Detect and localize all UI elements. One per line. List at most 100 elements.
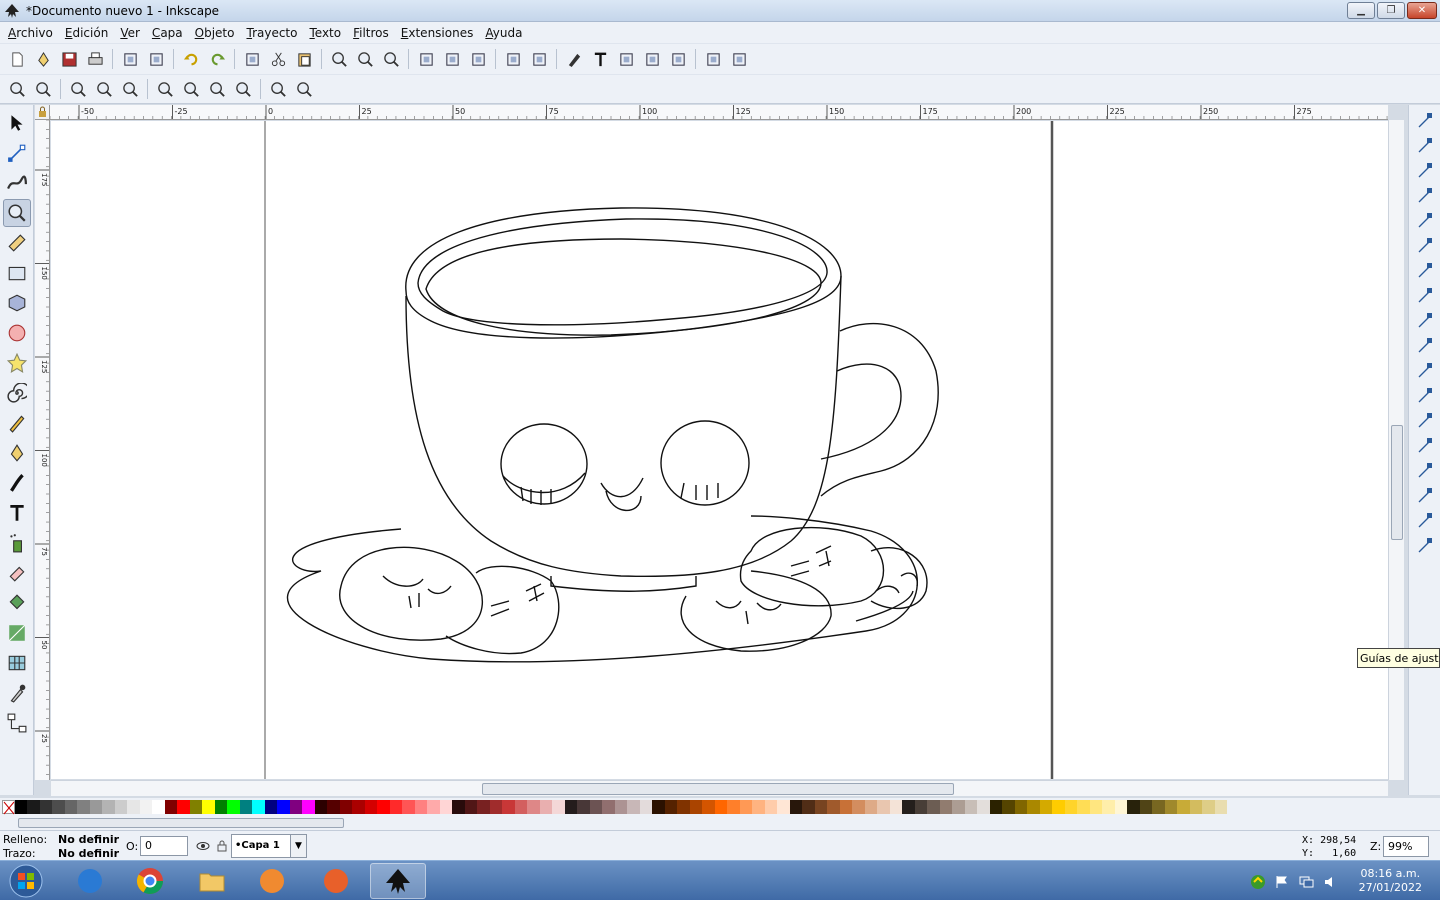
- cmd-fill-stroke-button[interactable]: [561, 47, 587, 71]
- palette-swatch[interactable]: [1164, 800, 1177, 814]
- palette-swatch[interactable]: [764, 800, 777, 814]
- cmd-save-button[interactable]: [56, 47, 82, 71]
- snap-bbox-midpoint-button[interactable]: [1413, 209, 1437, 233]
- snap-text-baseline-button[interactable]: [1413, 459, 1437, 483]
- snap-page-border-button[interactable]: [1413, 484, 1437, 508]
- palette-swatch[interactable]: [1077, 800, 1090, 814]
- tool-3d-box[interactable]: [3, 289, 31, 317]
- palette-swatch[interactable]: [652, 800, 665, 814]
- menu-texto[interactable]: Texto: [303, 26, 347, 40]
- palette-swatch[interactable]: [802, 800, 815, 814]
- palette-swatch[interactable]: [602, 800, 615, 814]
- snap-toggle-button[interactable]: [1413, 109, 1437, 133]
- tool-selector[interactable]: [3, 109, 31, 137]
- tool-spray[interactable]: [3, 529, 31, 557]
- tool-connector[interactable]: [3, 709, 31, 737]
- snap-object-midpoint-button[interactable]: [1413, 409, 1437, 433]
- menu-capa[interactable]: Capa: [146, 26, 189, 40]
- taskbar-explorer-button[interactable]: [184, 863, 240, 899]
- palette-swatch[interactable]: [964, 800, 977, 814]
- palette-swatch[interactable]: [302, 800, 315, 814]
- menu-extensiones[interactable]: Extensiones: [395, 26, 480, 40]
- cmd-print-button[interactable]: [82, 47, 108, 71]
- lock-guides-icon[interactable]: [35, 105, 50, 120]
- vertical-ruler[interactable]: 1751501251007550250-25: [35, 120, 50, 780]
- horizontal-scrollbar[interactable]: [51, 780, 1388, 796]
- palette-swatch[interactable]: [264, 800, 277, 814]
- palette-swatch[interactable]: [52, 800, 65, 814]
- palette-swatch[interactable]: [77, 800, 90, 814]
- palette-swatch[interactable]: [152, 800, 165, 814]
- palette-swatch[interactable]: [589, 800, 602, 814]
- palette-swatch[interactable]: [552, 800, 565, 814]
- drawing-canvas[interactable]: [51, 121, 1388, 779]
- palette-swatch[interactable]: [377, 800, 390, 814]
- restore-button[interactable]: ❐: [1377, 2, 1405, 19]
- opacity-input[interactable]: 0: [140, 836, 188, 856]
- zoom-zoom-width-button[interactable]: [230, 77, 256, 101]
- palette-swatch[interactable]: [1089, 800, 1102, 814]
- palette-swatch[interactable]: [502, 800, 515, 814]
- cmd-duplicate-button[interactable]: [239, 47, 265, 71]
- palette-swatch[interactable]: [1027, 800, 1040, 814]
- palette-swatch[interactable]: [989, 800, 1002, 814]
- cmd-zoom-selection-button[interactable]: [326, 47, 352, 71]
- palette-swatch[interactable]: [752, 800, 765, 814]
- palette-swatch[interactable]: [402, 800, 415, 814]
- taskbar-inkscape-button[interactable]: [370, 863, 426, 899]
- palette-swatch[interactable]: [577, 800, 590, 814]
- tool-star[interactable]: [3, 349, 31, 377]
- start-button[interactable]: [6, 863, 46, 899]
- cmd-xml-editor-button[interactable]: [639, 47, 665, 71]
- cmd-export-button[interactable]: [143, 47, 169, 71]
- tool-calligraphy[interactable]: [3, 469, 31, 497]
- palette-swatch[interactable]: [1152, 800, 1165, 814]
- snap-bbox-button[interactable]: [1413, 134, 1437, 158]
- taskbar-media-player-button[interactable]: [244, 863, 300, 899]
- palette-swatch[interactable]: [464, 800, 477, 814]
- close-button[interactable]: ✕: [1407, 2, 1437, 19]
- palette-swatch[interactable]: [527, 800, 540, 814]
- palette-swatch[interactable]: [939, 800, 952, 814]
- palette-swatch[interactable]: [39, 800, 52, 814]
- palette-swatch[interactable]: [327, 800, 340, 814]
- cmd-zoom-page-button[interactable]: [378, 47, 404, 71]
- tool-pencil[interactable]: [3, 409, 31, 437]
- tool-zoom[interactable]: [2, 199, 31, 227]
- palette-swatch[interactable]: [1102, 800, 1115, 814]
- palette-swatch[interactable]: [614, 800, 627, 814]
- palette-swatch[interactable]: [827, 800, 840, 814]
- tool-gradient[interactable]: [3, 619, 31, 647]
- palette-swatch[interactable]: [789, 800, 802, 814]
- vertical-scroll-thumb[interactable]: [1391, 425, 1403, 540]
- cmd-group-button[interactable]: [413, 47, 439, 71]
- menu-ayuda[interactable]: Ayuda: [479, 26, 528, 40]
- zoom-zoom-drawing-button[interactable]: [178, 77, 204, 101]
- snap-bbox-corner-button[interactable]: [1413, 184, 1437, 208]
- cmd-undo-button[interactable]: [178, 47, 204, 71]
- palette-swatch[interactable]: [452, 800, 465, 814]
- palette-swatch[interactable]: [714, 800, 727, 814]
- palette-swatch[interactable]: [514, 800, 527, 814]
- snap-grid-button[interactable]: [1413, 509, 1437, 533]
- palette-swatch[interactable]: [202, 800, 215, 814]
- fill-value[interactable]: No definir: [58, 833, 119, 846]
- palette-swatch[interactable]: [927, 800, 940, 814]
- palette-swatch[interactable]: [1202, 800, 1215, 814]
- palette-swatch[interactable]: [214, 800, 227, 814]
- zoom-zoom-out-button[interactable]: [30, 77, 56, 101]
- palette-swatch[interactable]: [1052, 800, 1065, 814]
- palette-swatch[interactable]: [139, 800, 152, 814]
- palette-swatch[interactable]: [902, 800, 915, 814]
- cmd-redo-button[interactable]: [204, 47, 230, 71]
- palette-scroll-thumb[interactable]: [18, 818, 344, 828]
- menu-ver[interactable]: Ver: [114, 26, 146, 40]
- palette-swatch[interactable]: [1139, 800, 1152, 814]
- palette-swatch[interactable]: [102, 800, 115, 814]
- vertical-scrollbar[interactable]: [1388, 120, 1404, 780]
- zoom-zoom-selection-button[interactable]: [152, 77, 178, 101]
- palette-swatch[interactable]: [639, 800, 652, 814]
- palette-swatch[interactable]: [1114, 800, 1127, 814]
- palette-swatch[interactable]: [852, 800, 865, 814]
- network-icon[interactable]: [1298, 874, 1314, 890]
